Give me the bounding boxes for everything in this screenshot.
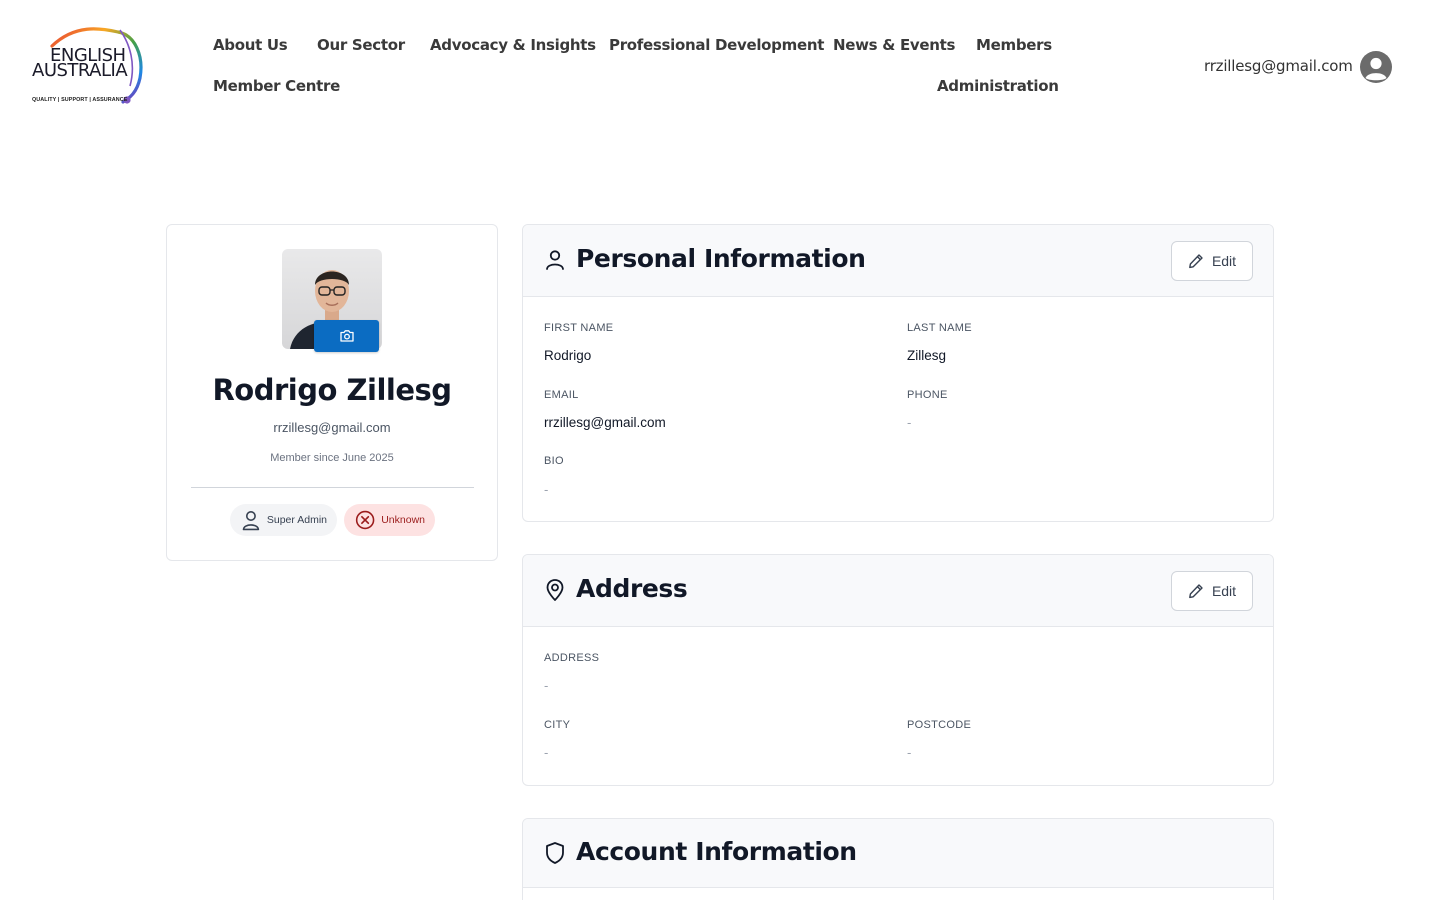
bio-value: - xyxy=(544,482,549,497)
site-header: ENGLISH AUSTRALIA QUALITY | SUPPORT | AS… xyxy=(0,0,1440,130)
postcode-label: POSTCODE xyxy=(907,719,972,731)
section-title: Personal Information xyxy=(576,244,866,273)
status-badge-label: Unknown xyxy=(381,514,425,526)
bio-label: BIO xyxy=(544,455,564,467)
header-user-email[interactable]: rrzillesg@gmail.com xyxy=(1204,57,1353,75)
email-value: rrzillesg@gmail.com xyxy=(544,415,666,430)
email-label: EMAIL xyxy=(544,389,579,401)
member-since: Member since June 2025 xyxy=(270,452,394,464)
personal-information-header: Personal Information Edit xyxy=(523,225,1273,297)
nav-our-sector[interactable]: Our Sector xyxy=(317,36,405,54)
user-icon xyxy=(546,250,564,270)
first-name-value: Rodrigo xyxy=(544,348,592,363)
shield-icon xyxy=(546,842,564,864)
nav-administration[interactable]: Administration xyxy=(937,77,1059,95)
nav-advocacy-insights[interactable]: Advocacy & Insights xyxy=(430,36,596,54)
role-badge-label: Super Admin xyxy=(266,514,327,526)
postcode-value: - xyxy=(907,745,912,760)
profile-divider xyxy=(191,487,474,488)
address-section: Address Edit ADDRESS - CITY - POSTCODE - xyxy=(522,554,1274,786)
status-badge: Unknown xyxy=(344,504,435,536)
pencil-icon xyxy=(1189,584,1203,599)
nav-about-us[interactable]: About Us xyxy=(213,36,288,54)
user-icon xyxy=(242,511,260,531)
address-value: - xyxy=(544,678,549,693)
profile-summary-card: Rodrigo Zillesg rrzillesg@gmail.com Memb… xyxy=(166,224,498,561)
nav-members[interactable]: Members xyxy=(976,36,1052,54)
address-label: ADDRESS xyxy=(544,652,600,664)
camera-icon xyxy=(339,330,354,342)
map-pin-icon xyxy=(546,579,564,601)
profile-name: Rodrigo Zillesg xyxy=(212,373,452,407)
first-name-label: FIRST NAME xyxy=(544,322,614,334)
change-photo-button[interactable] xyxy=(314,320,379,352)
phone-label: PHONE xyxy=(907,389,948,401)
address-header: Address Edit xyxy=(523,555,1273,627)
nav-news-events[interactable]: News & Events xyxy=(833,36,955,54)
edit-label: Edit xyxy=(1211,253,1237,269)
edit-label: Edit xyxy=(1211,583,1237,599)
user-circle-icon[interactable] xyxy=(1360,51,1392,83)
section-title: Address xyxy=(576,574,688,603)
edit-personal-button[interactable]: Edit xyxy=(1171,241,1253,281)
last-name-label: LAST NAME xyxy=(907,322,972,334)
city-label: CITY xyxy=(544,719,571,731)
account-information-section: Account Information xyxy=(522,818,1274,900)
logo-text-australia: AUSTRALIA xyxy=(32,60,128,81)
nav-professional-development[interactable]: Professional Development xyxy=(609,36,824,54)
role-badge: Super Admin xyxy=(230,504,337,536)
city-value: - xyxy=(544,745,549,760)
english-australia-logo[interactable]: ENGLISH AUSTRALIA QUALITY | SUPPORT | AS… xyxy=(30,26,146,108)
x-circle-icon xyxy=(355,510,375,530)
personal-information-section: Personal Information Edit FIRST NAME Rod… xyxy=(522,224,1274,522)
account-information-header: Account Information xyxy=(523,819,1273,888)
last-name-value: Zillesg xyxy=(907,348,947,363)
phone-value: - xyxy=(907,415,912,430)
profile-email: rrzillesg@gmail.com xyxy=(273,420,391,435)
edit-address-button[interactable]: Edit xyxy=(1171,571,1253,611)
logo-tagline: QUALITY | SUPPORT | ASSURANCE xyxy=(32,97,128,103)
section-title: Account Information xyxy=(576,837,857,866)
pencil-icon xyxy=(1189,254,1203,269)
nav-member-centre[interactable]: Member Centre xyxy=(213,77,340,95)
